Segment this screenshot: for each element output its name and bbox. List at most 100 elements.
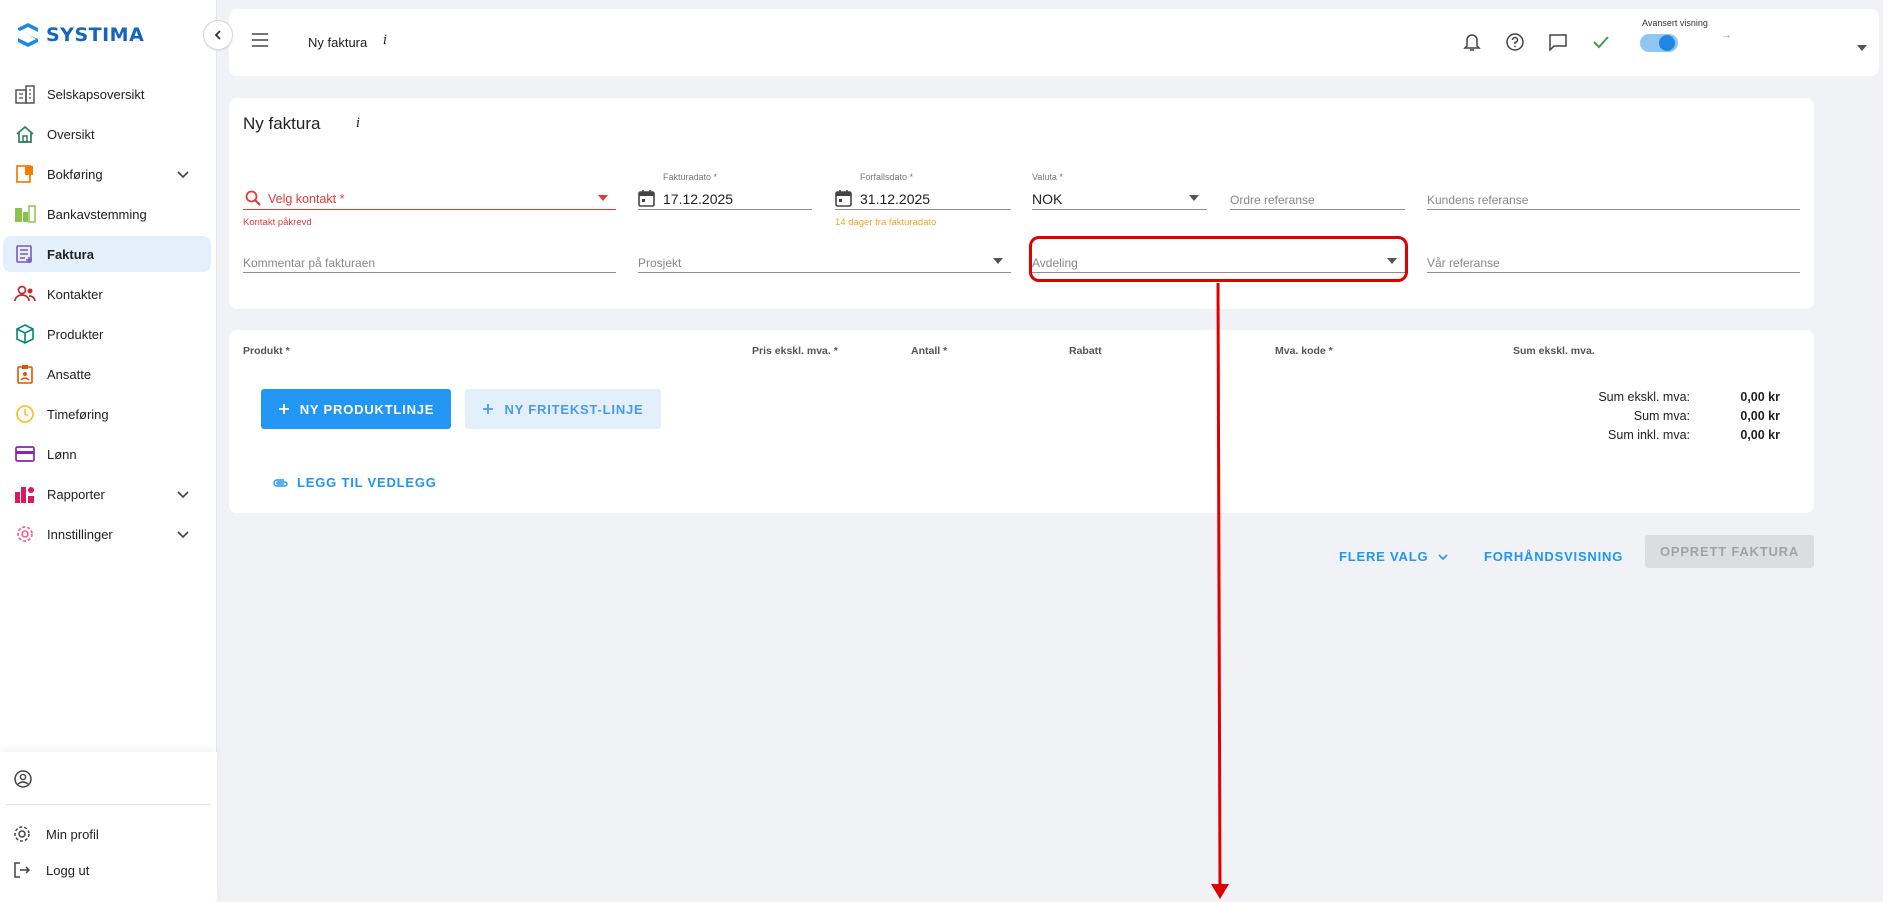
new-freetext-line-button[interactable]: NY FRITEKST-LINJE (465, 389, 661, 429)
settings-gear-icon (14, 826, 30, 842)
currency-value: NOK (1032, 191, 1063, 207)
plus-icon (483, 404, 494, 414)
sidebar-item-ansatte[interactable]: Ansatte (3, 356, 211, 392)
logg-ut-label: Logg ut (46, 862, 90, 878)
new-product-line-label: NY PRODUKTLINJE (299, 401, 435, 417)
top-bar: Ny faktura i Avansert visning → (229, 9, 1879, 76)
sidebar-divider (6, 804, 211, 805)
sum-vat-label: Sum mva: (1633, 409, 1690, 423)
column-header-quantity: Antall * (911, 345, 948, 357)
annotation-highlight-box (1029, 236, 1408, 282)
sidebar-item-lonn[interactable]: Lønn (3, 436, 211, 472)
sidebar-item-label: Produkter (47, 326, 104, 342)
due-date-hint: 14 dager fra fakturadato (835, 217, 937, 228)
project-select[interactable]: Prosjekt (638, 239, 1011, 273)
contact-placeholder: Velg kontakt * (268, 192, 345, 206)
column-header-discount: Rabatt (1069, 345, 1102, 357)
our-reference-input[interactable]: Vår referanse (1427, 239, 1800, 273)
invoice-lines-card: Produkt * Pris ekskl. mva. * Antall * Ra… (229, 330, 1814, 513)
new-product-line-button[interactable]: NY PRODUKTLINJE (261, 389, 451, 429)
sidebar-item-rapporter[interactable]: Rapporter (3, 476, 211, 512)
sum-excl-value: 0,00 kr (1740, 390, 1780, 404)
badge-icon (13, 362, 37, 386)
search-icon (245, 190, 261, 206)
systima-logo[interactable]: SYSTIMA (16, 22, 144, 48)
arrow-right-icon: → (1721, 29, 1732, 41)
column-header-sum-excl: Sum ekskl. mva. (1513, 345, 1595, 357)
toggle-knob (1659, 35, 1675, 51)
chevron-down-icon (177, 487, 189, 502)
sidebar-item-produkter[interactable]: Produkter (3, 316, 211, 352)
invoice-comment-input[interactable]: Kommentar på fakturaen (243, 239, 616, 273)
customer-reference-placeholder: Kundens referanse (1427, 193, 1529, 207)
column-header-vat-code: Mva. kode * (1275, 345, 1333, 357)
sidebar-item-bokforing[interactable]: Bokføring (3, 156, 211, 192)
sidebar-nav: Selskapsoversikt Oversikt Bokføring Bankavs… (0, 73, 217, 556)
hamburger-menu-icon[interactable] (251, 33, 269, 52)
sidebar-item-label: Ansatte (47, 366, 92, 382)
invoice-date-value: 17.12.2025 (663, 191, 734, 207)
advanced-view-toggle[interactable] (1640, 34, 1678, 52)
info-icon[interactable]: i (356, 116, 360, 131)
ledger-icon (13, 162, 37, 186)
sidebar-item-bankavstemming[interactable]: Bankavstemming (3, 196, 211, 232)
contacts-icon (13, 282, 37, 306)
our-reference-placeholder: Vår referanse (1427, 256, 1500, 270)
calendar-icon (835, 190, 852, 207)
sidebar-item-innstillinger[interactable]: Innstillinger (3, 516, 211, 552)
sidebar-item-oversikt[interactable]: Oversikt (3, 116, 211, 152)
sum-incl-label: Sum inkl. mva: (1608, 428, 1690, 442)
sidebar-item-label: Selskapsoversikt (47, 86, 145, 102)
topbar-title: Ny faktura (308, 35, 368, 50)
sidebar-item-label: Kontakter (47, 286, 103, 302)
chat-icon[interactable] (1547, 31, 1569, 53)
add-attachment-button[interactable]: LEGG TIL VEDLEGG (273, 475, 437, 490)
create-invoice-label: OPPRETT FAKTURA (1659, 544, 1800, 559)
contact-select[interactable]: Velg kontakt * (243, 176, 616, 210)
brand-name: SYSTIMA (46, 24, 145, 46)
bell-icon[interactable] (1461, 31, 1483, 53)
add-attachment-label: LEGG TIL VEDLEGG (297, 475, 437, 490)
invoice-date-field[interactable]: Fakturadato * 17.12.2025 (638, 172, 812, 210)
logg-ut-link[interactable]: Logg ut (12, 860, 89, 880)
sidebar-item-faktura[interactable]: Faktura (3, 236, 211, 272)
company-dropdown-icon[interactable] (1857, 38, 1867, 56)
systima-logo-icon (18, 23, 38, 47)
min-profil-link[interactable]: Min profil (12, 824, 99, 844)
due-date-field[interactable]: Forfallsdato * 31.12.2025 (835, 172, 1011, 210)
preview-button[interactable]: FORHÅNDSVISNING (1484, 549, 1623, 564)
sidebar-item-timeforing[interactable]: Timeføring (3, 396, 211, 432)
sum-incl-row: Sum inkl. mva: 0,00 kr (1550, 428, 1780, 447)
more-options-button[interactable]: FLERE VALG (1339, 549, 1448, 564)
dropdown-arrow-icon (1189, 195, 1199, 201)
sidebar-item-label: Timeføring (47, 406, 109, 422)
sum-vat-value: 0,00 kr (1740, 409, 1780, 423)
order-reference-input[interactable]: Ordre referanse (1230, 176, 1405, 210)
more-options-label: FLERE VALG (1339, 549, 1429, 564)
invoice-header-card: Ny faktura i Velg kontakt * Kontakt påkr… (229, 98, 1814, 309)
help-icon[interactable] (1504, 31, 1526, 53)
collapse-sidebar-button[interactable] (203, 20, 233, 50)
sidebar-item-selskapsoversikt[interactable]: Selskapsoversikt (3, 76, 211, 112)
sidebar-item-label: Bankavstemming (47, 206, 147, 222)
sum-excl-row: Sum ekskl. mva: 0,00 kr (1550, 390, 1780, 409)
sidebar-item-label: Rapporter (47, 486, 105, 502)
customer-reference-input[interactable]: Kundens referanse (1427, 176, 1800, 210)
advanced-view-label: Avansert visning (1642, 18, 1708, 28)
box-icon (13, 322, 37, 346)
topbar-info-icon[interactable]: i (383, 33, 387, 48)
currency-select[interactable]: Valuta * NOK (1032, 172, 1207, 210)
plus-icon (278, 404, 289, 414)
logout-icon (14, 862, 31, 878)
checkmark-icon[interactable] (1590, 31, 1612, 53)
create-invoice-button[interactable]: OPPRETT FAKTURA (1645, 535, 1814, 568)
chevron-down-icon (177, 527, 189, 542)
new-freetext-line-label: NY FRITEKST-LINJE (504, 401, 644, 417)
chevron-left-icon (214, 30, 221, 40)
invoice-icon (13, 242, 37, 266)
attachment-icon (273, 478, 288, 487)
calendar-icon (638, 190, 655, 207)
order-reference-placeholder: Ordre referanse (1230, 193, 1315, 207)
account-circle-icon[interactable] (13, 769, 33, 794)
sidebar-item-kontakter[interactable]: Kontakter (3, 276, 211, 312)
